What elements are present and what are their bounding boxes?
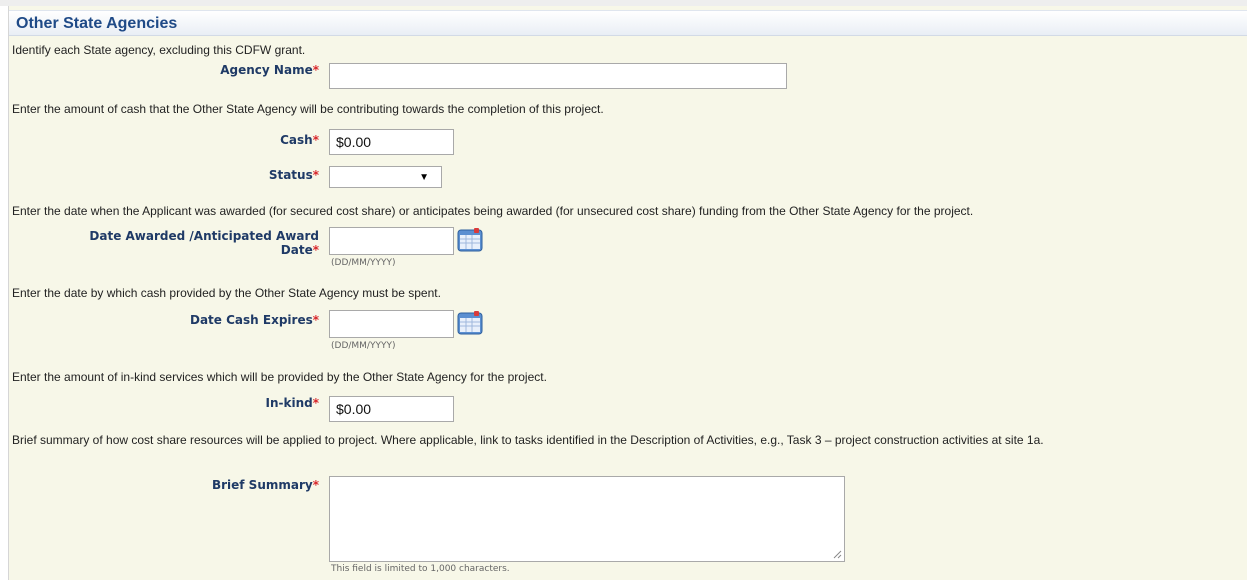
agency-instruction: Identify each State agency, excluding th… [12, 43, 306, 57]
inkind-instruction: Enter the amount of in-kind services whi… [12, 370, 547, 384]
status-select[interactable]: ▼ [329, 166, 442, 188]
date-awarded-field[interactable] [330, 228, 453, 254]
date-awarded-label: Date Awarded /Anticipated Award Date* [89, 229, 319, 257]
inkind-input[interactable] [329, 396, 454, 422]
date-expires-instruction: Enter the date by which cash provided by… [12, 286, 441, 300]
calendar-icon[interactable] [457, 310, 483, 336]
cash-input[interactable] [329, 129, 454, 155]
required-marker: * [312, 243, 319, 257]
cash-field[interactable] [330, 130, 453, 154]
section-title: Other State Agencies [16, 15, 178, 32]
required-marker: * [312, 133, 319, 147]
inkind-label: In-kind* [265, 396, 320, 410]
resize-grip-icon[interactable] [833, 550, 842, 559]
status-label: Status* [268, 168, 319, 182]
required-marker: * [312, 63, 319, 77]
required-marker: * [312, 478, 319, 492]
chevron-down-icon: ▼ [419, 172, 429, 183]
cash-instruction: Enter the amount of cash that the Other … [12, 102, 604, 116]
date-cash-expires-label: Date Cash Expires* [190, 313, 319, 327]
cash-label: Cash* [280, 133, 319, 147]
brief-summary-textarea[interactable] [329, 476, 845, 562]
summary-instruction: Brief summary of how cost share resource… [12, 433, 1044, 447]
required-marker: * [312, 396, 319, 410]
character-limit-note: This field is limited to 1,000 character… [331, 564, 510, 574]
brief-summary-field[interactable] [330, 477, 844, 561]
inkind-field[interactable] [330, 397, 453, 421]
other-state-agencies-panel: Other State Agencies Identify each State… [8, 6, 1247, 580]
date-cash-expires-field[interactable] [330, 311, 453, 337]
agency-name-input[interactable] [329, 63, 787, 89]
calendar-icon[interactable] [457, 227, 483, 253]
date-format-hint: (DD/MM/YYYY) [331, 341, 396, 351]
date-awarded-input[interactable] [329, 227, 454, 255]
date-format-hint: (DD/MM/YYYY) [331, 258, 396, 268]
date-awarded-instruction: Enter the date when the Applicant was aw… [12, 204, 974, 218]
required-marker: * [312, 168, 319, 182]
required-marker: * [312, 313, 319, 327]
agency-name-label: Agency Name* [220, 63, 319, 77]
date-cash-expires-input[interactable] [329, 310, 454, 338]
brief-summary-label: Brief Summary* [211, 478, 319, 492]
section-header: Other State Agencies [9, 10, 1247, 36]
agency-name-field[interactable] [330, 64, 786, 88]
